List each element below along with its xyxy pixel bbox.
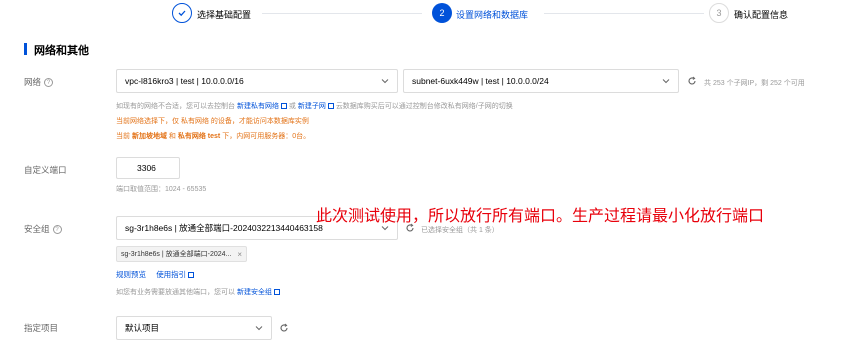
annotation-text: 此次测试使用，所以放行所有端口。生产过程请最小化放行端口: [316, 206, 765, 225]
new-security-group-link[interactable]: 新建安全组: [237, 289, 272, 296]
security-group-label: 安全组?: [24, 223, 62, 235]
external-link-icon: [188, 272, 195, 279]
step-divider-1: [262, 13, 422, 14]
security-group-select-value: sg-3r1h8e6s | 放通全部端口-20240322134404631​5…: [125, 223, 323, 233]
project-label: 指定项目: [24, 323, 59, 333]
vpc-select[interactable]: vpc-l816kro3 | test | 10.0.0.0/16: [116, 69, 398, 93]
help-icon[interactable]: ?: [44, 78, 54, 88]
project-select-value: 默认项目: [125, 323, 160, 333]
security-group-tag: sg-3r1h8e6s | 放通全部端口-2024... ×: [116, 246, 248, 262]
external-link-icon: [280, 103, 287, 110]
security-group-hint: 如您有业务需要放通其他端口，您可以 新建安全组: [116, 287, 280, 297]
close-icon[interactable]: ×: [237, 250, 242, 259]
port-input[interactable]: 3306: [116, 157, 180, 179]
refresh-icon[interactable]: [279, 323, 289, 333]
rule-preview-link[interactable]: 规则预览: [116, 270, 146, 279]
port-range-hint: 端口取值范围：1024 - 65535: [116, 186, 207, 193]
step2-number: 2: [432, 3, 452, 23]
chevron-down-icon: [255, 326, 263, 331]
chevron-down-icon: [381, 79, 389, 84]
network-warning-1: 当前网络选择下，仅 私有网络 的设备，才能访问本数据库实例: [116, 118, 309, 125]
step3-number: 3: [709, 3, 729, 23]
step-divider-2: [544, 13, 704, 14]
step1-check-icon: [172, 3, 192, 23]
chevron-down-icon: [662, 79, 670, 84]
subnet-select-value: subnet-6uxk449w | test | 10.0.0.0/24: [412, 76, 549, 86]
step3-label: 确认配置信息: [734, 10, 789, 20]
usage-guide-link[interactable]: 使用指引: [156, 270, 186, 279]
network-label: 网络?: [24, 76, 54, 88]
network-warning-2: 当前 新加坡地域 和 私有网络 test 下，内网可用服务器：0台。: [116, 133, 311, 140]
network-hint: 如现有的网络不合适，您可以去控制台 新建私有网络 或 新建子网 云数据库购买后可…: [116, 103, 513, 110]
step2-label: 设置网络和数据库: [456, 10, 529, 20]
vpc-select-value: vpc-l816kro3 | test | 10.0.0.0/16: [125, 76, 244, 86]
port-label: 自定义端口: [24, 165, 67, 175]
refresh-icon[interactable]: [687, 76, 697, 86]
section-accent-bar: [24, 43, 27, 55]
security-links: 规则预览 使用指引: [116, 269, 195, 280]
new-vpc-link[interactable]: 新建私有网络: [237, 103, 279, 110]
section-title: 网络和其他: [34, 45, 89, 57]
external-link-icon: [273, 289, 280, 296]
help-icon[interactable]: ?: [52, 225, 62, 235]
external-link-icon: [327, 103, 334, 110]
project-select[interactable]: 默认项目: [116, 316, 272, 340]
subnet-select[interactable]: subnet-6uxk449w | test | 10.0.0.0/24: [403, 69, 679, 93]
new-subnet-link[interactable]: 新建子网: [298, 103, 326, 110]
security-group-count: 已选择安全组（共 1 条）: [421, 227, 499, 234]
subnet-ip-info: 共 253 个子网IP，剩 252 个可用: [704, 80, 805, 87]
step1-label: 选择基础配置: [197, 10, 252, 20]
